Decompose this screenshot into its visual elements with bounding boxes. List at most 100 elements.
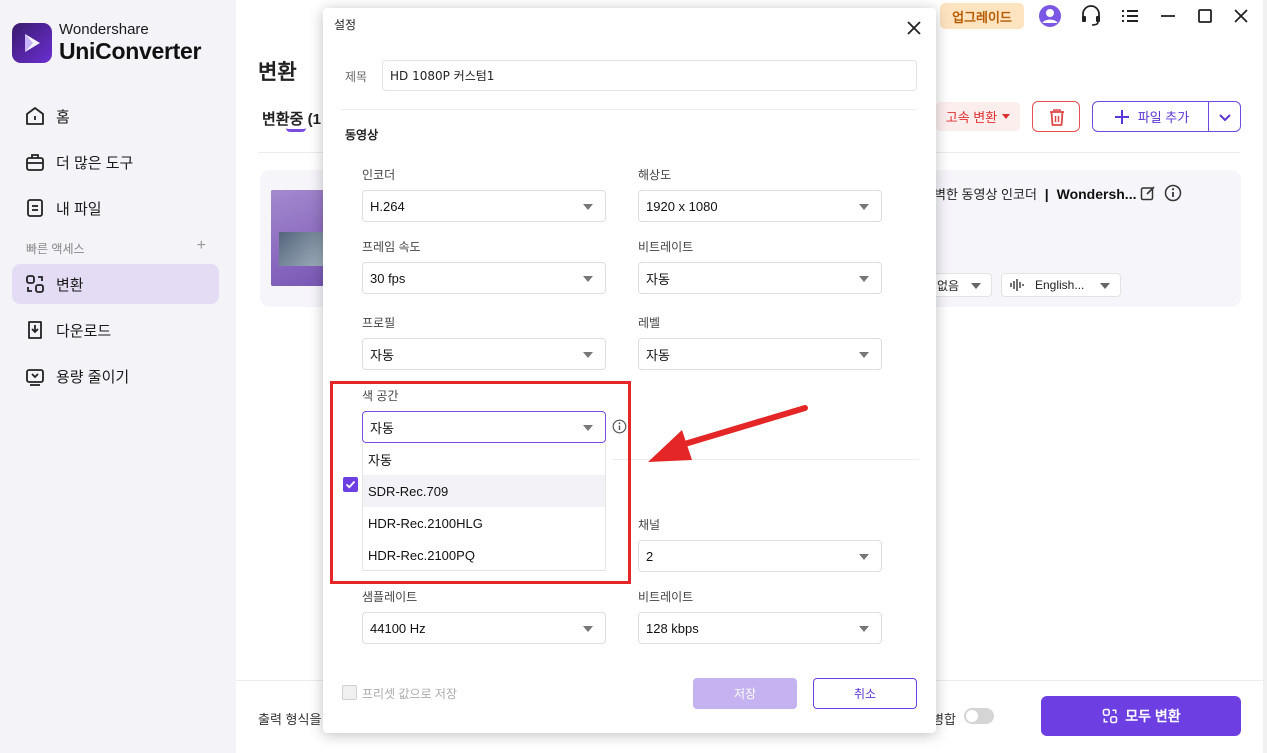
subtitle-select[interactable]: 없음 — [928, 273, 992, 297]
save-preset-label: 프리셋 값으로 저장 — [362, 687, 457, 701]
file-icon — [27, 199, 43, 217]
add-file-button[interactable]: 파일 추가 — [1092, 101, 1241, 132]
samplerate-select[interactable]: 44100 Hz — [362, 612, 606, 644]
dropdown-caret-icon — [1002, 114, 1011, 119]
brand: Wondershare UniConverter — [12, 22, 201, 63]
sidebar: Wondershare UniConverter 홈 더 많은 도구 내 파일 … — [0, 0, 236, 753]
quick-access-add-icon[interactable]: + — [197, 237, 206, 257]
merge-toggle[interactable] — [964, 708, 994, 724]
sidebar-item-label: 변환 — [56, 276, 84, 294]
audio-track-value: English... — [1035, 278, 1085, 292]
account-avatar-icon[interactable] — [1038, 4, 1062, 28]
page-title: 변환 — [258, 61, 297, 84]
edit-icon[interactable] — [1140, 185, 1156, 201]
cancel-button[interactable]: 취소 — [813, 678, 917, 709]
chevron-down-icon — [859, 626, 869, 632]
encoder-label: 인코더 — [362, 168, 396, 182]
chevron-down-icon — [583, 204, 593, 210]
channel-value: 2 — [646, 548, 654, 564]
save-button[interactable]: 저장 — [693, 678, 797, 709]
channel-label: 채널 — [638, 518, 661, 532]
bitrate-value: 자동 — [646, 271, 670, 287]
tab-underline — [286, 128, 306, 132]
add-file-label: 파일 추가 — [1137, 110, 1190, 125]
sidebar-item-more-tools[interactable]: 더 많은 도구 — [12, 142, 219, 182]
level-select[interactable]: 자동 — [638, 338, 882, 370]
convert-icon — [1102, 708, 1118, 724]
window-edge — [1263, 0, 1267, 753]
sidebar-item-download[interactable]: 다운로드 — [12, 310, 219, 350]
framerate-value: 30 fps — [370, 270, 406, 286]
save-preset-checkbox[interactable] — [342, 685, 357, 700]
sidebar-item-label: 다운로드 — [56, 322, 112, 340]
channel-select[interactable]: 2 — [638, 540, 882, 572]
sidebar-item-my-files[interactable]: 내 파일 — [12, 188, 219, 228]
main-nav: 홈 더 많은 도구 내 파일 — [12, 96, 219, 228]
level-label: 레벨 — [638, 316, 661, 330]
menu-list-icon[interactable] — [1120, 4, 1140, 28]
dialog-title: 설정 — [334, 18, 357, 32]
chevron-down-icon — [583, 276, 593, 282]
encoder-select[interactable]: H.264 — [362, 190, 606, 222]
samplerate-value: 44100 Hz — [370, 620, 426, 636]
brand-product: UniConverter — [59, 38, 202, 64]
level-value: 자동 — [646, 347, 670, 363]
framerate-select[interactable]: 30 fps — [362, 262, 606, 294]
file-title: 벽한 동영상 인코더 | Wondersh... — [934, 186, 1137, 202]
close-window-icon[interactable] — [1231, 4, 1251, 28]
profile-select[interactable]: 자동 — [362, 338, 606, 370]
profile-label: 프로필 — [362, 316, 396, 330]
convert-all-label: 모두 변환 — [1125, 708, 1181, 724]
convert-icon — [26, 275, 44, 293]
add-file-main[interactable]: 파일 추가 — [1093, 102, 1209, 131]
sidebar-item-convert[interactable]: 변환 — [12, 264, 219, 304]
tab-converting[interactable]: 변환중 (1 — [262, 108, 321, 129]
delete-all-button[interactable] — [1032, 101, 1080, 132]
info-icon[interactable] — [1164, 184, 1182, 202]
plus-icon — [1114, 109, 1129, 124]
audio-track-select[interactable]: English... — [1001, 273, 1121, 297]
quick-access-header: 빠른 액세스 + — [26, 237, 206, 257]
chevron-down-icon — [583, 352, 593, 358]
close-icon[interactable] — [906, 20, 922, 36]
bitrate-label: 비트레이트 — [638, 240, 694, 254]
home-icon — [26, 107, 44, 125]
audio-bitrate-select[interactable]: 128 kbps — [638, 612, 882, 644]
chevron-down-icon — [1100, 283, 1110, 289]
audio-bitrate-label: 비트레이트 — [638, 590, 694, 604]
compress-icon — [26, 369, 44, 386]
toolbox-icon — [26, 154, 44, 171]
encoder-value: H.264 — [370, 198, 405, 214]
chevron-down-icon — [859, 554, 869, 560]
brand-company: Wondershare — [59, 21, 149, 38]
file-title-prefix: 벽한 동영상 인코더 — [934, 187, 1037, 202]
sidebar-item-compress[interactable]: 용량 줄이기 — [12, 356, 219, 396]
resolution-value: 1920 x 1080 — [646, 198, 718, 214]
bitrate-select[interactable]: 자동 — [638, 262, 882, 294]
tools-nav: 변환 다운로드 용량 줄이기 — [12, 264, 219, 396]
minimize-icon[interactable] — [1158, 4, 1178, 28]
upgrade-button[interactable]: 업그레이드 — [940, 3, 1024, 29]
sidebar-item-home[interactable]: 홈 — [12, 96, 219, 136]
divider — [341, 109, 917, 110]
uniconverter-logo-icon — [12, 22, 52, 63]
audio-bitrate-value: 128 kbps — [646, 620, 699, 636]
chevron-down-icon — [859, 276, 869, 282]
annotation-arrow-icon — [648, 405, 808, 462]
annotation-highlight-box — [330, 381, 631, 584]
audio-wave-icon — [1010, 279, 1024, 291]
sidebar-item-label: 내 파일 — [56, 200, 102, 218]
chevron-down-icon — [583, 626, 593, 632]
add-file-dropdown[interactable] — [1209, 109, 1240, 125]
convert-all-button[interactable]: 모두 변환 — [1041, 696, 1241, 736]
sidebar-item-label: 더 많은 도구 — [56, 154, 134, 172]
maximize-icon[interactable] — [1195, 4, 1215, 28]
output-format-label: 출력 형식을 — [258, 712, 322, 727]
chevron-down-icon — [859, 204, 869, 210]
preset-name-input[interactable]: HD 1080P 커스텀1 — [382, 60, 917, 91]
resolution-select[interactable]: 1920 x 1080 — [638, 190, 882, 222]
trash-icon — [1050, 109, 1064, 126]
fast-convert-button[interactable]: 고속 변환 — [936, 102, 1020, 131]
subtitle-value: 없음 — [937, 278, 960, 293]
headset-support-icon[interactable] — [1080, 4, 1102, 28]
